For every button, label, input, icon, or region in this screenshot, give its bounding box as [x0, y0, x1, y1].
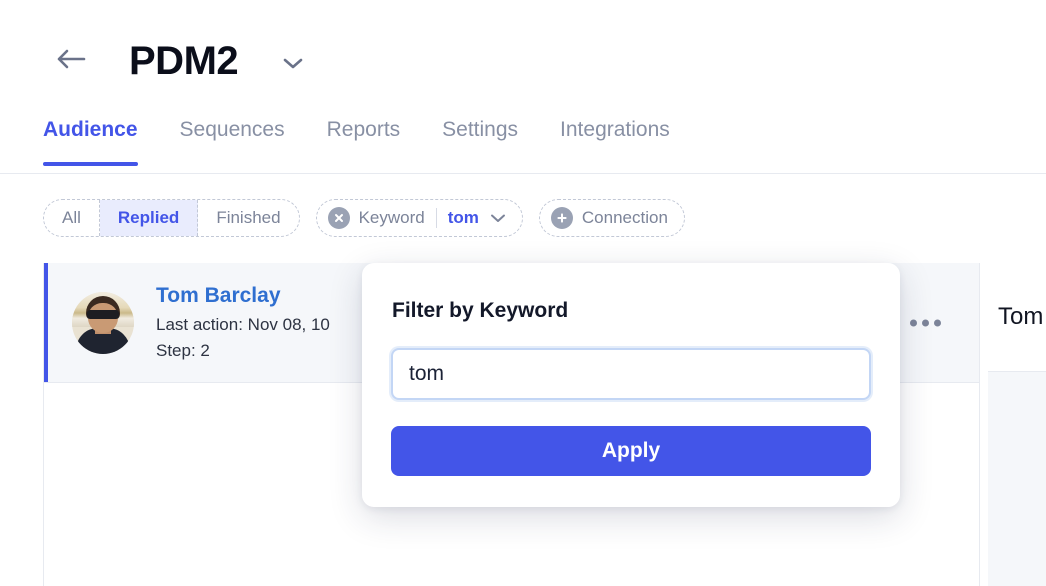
keyword-input[interactable] — [391, 348, 871, 400]
tab-settings[interactable]: Settings — [442, 116, 518, 166]
contact-step: Step: 2 — [156, 340, 210, 360]
tab-reports[interactable]: Reports — [327, 116, 401, 166]
title-dropdown-button[interactable] — [278, 50, 308, 76]
chevron-down-icon — [283, 58, 303, 69]
close-icon — [334, 214, 343, 222]
contact-detail-header: Tom — [988, 263, 1046, 372]
status-segmented-control: All Replied Finished — [43, 199, 300, 237]
keyword-chip-caret[interactable] — [490, 213, 506, 223]
tab-integrations[interactable]: Integrations — [560, 116, 670, 166]
app-root: PDM2 Audience Sequences Reports Settings… — [0, 0, 1046, 586]
more-horizontal-icon[interactable] — [902, 311, 949, 334]
arrow-left-icon — [57, 49, 86, 69]
contact-last-action: Last action: Nov 08, 10 — [156, 314, 330, 334]
connection-chip-label: Connection — [581, 208, 668, 227]
row-info: Tom Barclay Last action: Nov 08, 10 Step… — [156, 282, 330, 364]
tab-audience[interactable]: Audience — [43, 116, 138, 166]
plus-circle-icon — [550, 207, 573, 229]
segment-replied[interactable]: Replied — [99, 200, 199, 236]
close-circle-icon[interactable] — [327, 207, 350, 229]
back-button[interactable] — [52, 44, 90, 74]
chip-divider — [435, 208, 437, 228]
contact-detail-panel: Tom — [988, 263, 1046, 586]
keyword-filter-chip[interactable]: Keyword tom — [315, 199, 523, 237]
apply-button[interactable]: Apply — [391, 426, 871, 476]
popover-title: Filter by Keyword — [392, 299, 569, 322]
connection-filter-chip[interactable]: Connection — [538, 199, 685, 237]
filter-bar: All Replied Finished Keyword tom Connect… — [43, 199, 685, 237]
popover-arrow — [396, 246, 420, 264]
keyword-chip-value: tom — [447, 208, 479, 227]
main-tabs: Audience Sequences Reports Settings Inte… — [0, 116, 1046, 174]
segment-finished[interactable]: Finished — [198, 200, 298, 236]
tab-sequences[interactable]: Sequences — [180, 116, 285, 166]
page-header: PDM2 — [0, 0, 1046, 110]
keyword-chip-label: Keyword — [358, 208, 425, 227]
avatar — [72, 291, 134, 354]
segment-all[interactable]: All — [44, 200, 100, 236]
page-title: PDM2 — [129, 39, 239, 83]
contact-name-link[interactable]: Tom Barclay — [156, 282, 330, 310]
plus-icon — [557, 213, 567, 223]
chevron-down-icon — [490, 214, 505, 222]
contact-detail-title: Tom — [998, 303, 1044, 330]
keyword-filter-popover: Filter by Keyword Apply — [362, 263, 900, 507]
